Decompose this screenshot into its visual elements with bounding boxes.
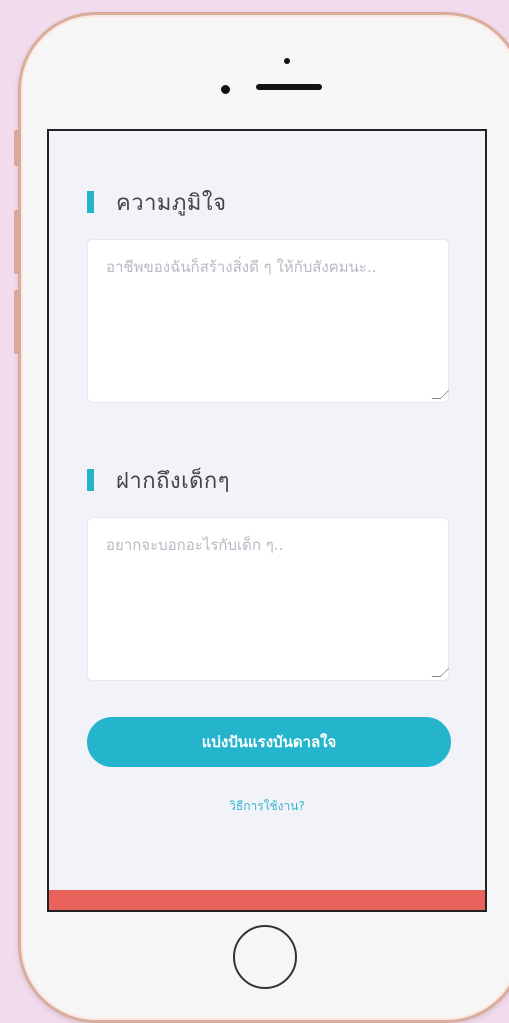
- front-camera: [221, 85, 230, 94]
- how-to-use-link[interactable]: วิธีการใช้งาน?: [49, 797, 485, 816]
- message-textarea[interactable]: อยากจะบอกอะไรกับเด็ก ๆ..: [87, 517, 450, 681]
- message-placeholder: อยากจะบอกอะไรกับเด็ก ๆ..: [106, 536, 284, 554]
- app-screen: ความภูมิใจ อาชีพของฉันก็สร้างสิ่งดี ๆ ให…: [47, 129, 487, 912]
- pride-textarea[interactable]: อาชีพของฉันก็สร้างสิ่งดี ๆ ให้กับสังคมนะ…: [87, 239, 450, 403]
- share-inspiration-button[interactable]: แบ่งปันแรงบันดาลใจ: [87, 717, 451, 767]
- mute-switch: [14, 130, 20, 166]
- volume-up-button: [14, 210, 20, 274]
- volume-down-button: [14, 290, 20, 354]
- home-button[interactable]: [233, 925, 297, 989]
- pride-title: ความภูมิใจ: [116, 190, 227, 216]
- section-accent-bar: [87, 469, 94, 491]
- message-title: ฝากถึงเด็กๆ: [116, 468, 231, 494]
- message-section-header: ฝากถึงเด็กๆ: [87, 466, 230, 494]
- footer-bar: [49, 890, 485, 910]
- pride-section-header: ความภูมิใจ: [87, 188, 227, 216]
- front-sensor: [284, 58, 290, 64]
- section-accent-bar: [87, 191, 94, 213]
- earpiece-speaker: [256, 84, 322, 90]
- pride-placeholder: อาชีพของฉันก็สร้างสิ่งดี ๆ ให้กับสังคมนะ…: [106, 258, 377, 276]
- resize-handle-icon[interactable]: [431, 668, 450, 677]
- resize-handle-icon[interactable]: [431, 390, 450, 399]
